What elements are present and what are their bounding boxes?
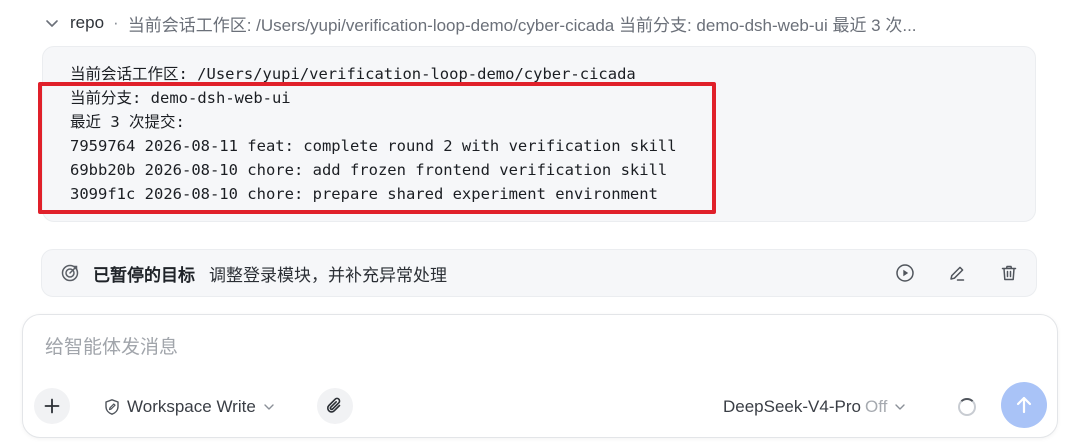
repo-header[interactable]: repo · 当前会话工作区: /Users/yupi/verification…	[44, 10, 917, 36]
chevron-down-icon[interactable]	[44, 15, 60, 31]
paperclip-icon	[326, 397, 341, 413]
paused-goal-bar: 已暂停的目标 调整登录模块，并补充异常处理	[41, 249, 1037, 297]
thinking-status: Off	[864, 397, 888, 416]
plus-icon	[44, 398, 60, 414]
play-circle-icon	[896, 264, 914, 282]
message-input[interactable]	[45, 333, 945, 363]
goal-title: 已暂停的目标	[93, 265, 195, 285]
delete-goal-button[interactable]	[998, 262, 1020, 284]
resume-button[interactable]	[894, 262, 916, 284]
message-composer: Workspace Write DeepSeek-V4-Pro Off	[22, 314, 1058, 438]
highlight-box	[38, 82, 716, 214]
chevron-down-icon	[264, 404, 274, 410]
target-icon	[60, 263, 80, 283]
chevron-down-icon	[893, 400, 907, 414]
add-button[interactable]	[34, 388, 70, 424]
attach-button[interactable]	[317, 388, 353, 424]
edit-goal-button[interactable]	[946, 262, 968, 284]
loading-spinner-icon	[958, 398, 976, 416]
separator-dot: ·	[113, 13, 119, 32]
workspace-mode-select[interactable]: Workspace Write	[103, 395, 276, 419]
model-select[interactable]: DeepSeek-V4-Pro Off	[723, 395, 907, 419]
model-name: DeepSeek-V4-Pro	[723, 397, 861, 416]
trash-icon	[1001, 265, 1017, 281]
send-button[interactable]	[1001, 382, 1047, 428]
repo-summary: 当前会话工作区: /Users/yupi/verification-loop-d…	[127, 15, 917, 35]
goal-text: 调整登录模块，并补充异常处理	[209, 265, 447, 285]
arrow-up-icon	[1016, 396, 1032, 414]
shield-edit-icon	[105, 399, 119, 415]
workspace-mode-label: Workspace Write	[127, 397, 256, 416]
edit-pencil-icon	[950, 266, 965, 281]
repo-label: repo	[70, 13, 105, 32]
